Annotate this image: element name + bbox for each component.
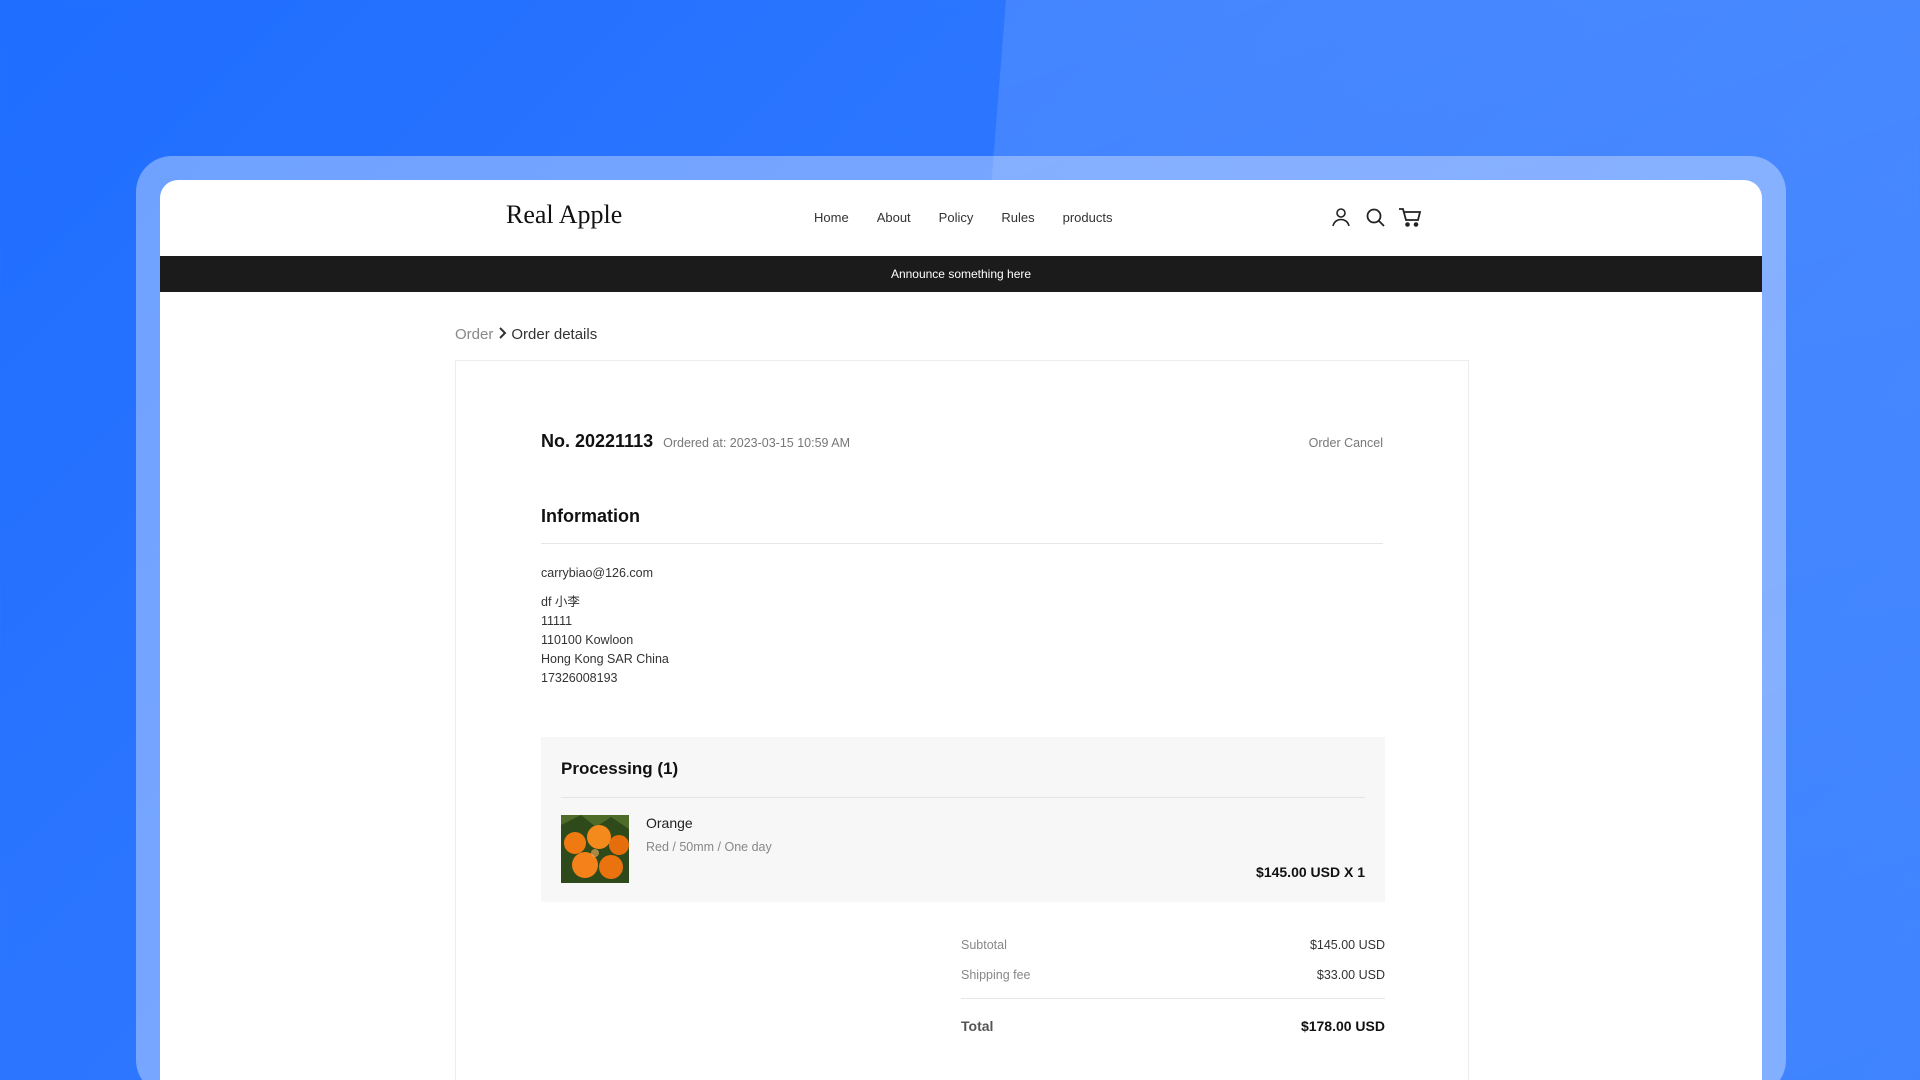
total-value: $178.00 USD xyxy=(1300,1018,1385,1034)
shipping-label: Shipping fee xyxy=(961,968,1031,982)
subtotal-label: Subtotal xyxy=(961,938,1007,952)
address-line: 11111 xyxy=(541,614,573,628)
site-header: Real Apple Home About Policy Rules produ… xyxy=(160,180,1762,256)
total-row: Total $178.00 USD xyxy=(961,1011,1385,1041)
product-image[interactable] xyxy=(561,815,629,883)
order-cancel-button[interactable]: Order Cancel xyxy=(1309,436,1383,450)
subtotal-row: Subtotal $145.00 USD xyxy=(961,930,1385,960)
cart-icon[interactable] xyxy=(1398,206,1422,228)
order-header: No. 20221113 Ordered at: 2023-03-15 10:5… xyxy=(541,431,1383,452)
breadcrumb-current: Order details xyxy=(511,326,598,343)
information-divider xyxy=(541,543,1383,544)
breadcrumb-order[interactable]: Order xyxy=(455,326,493,343)
subtotal-value: $145.00 USD xyxy=(1309,938,1385,952)
breadcrumb: Order Order details xyxy=(455,326,597,343)
nav-policy[interactable]: Policy xyxy=(939,210,974,225)
processing-section: Processing (1) Orange Red / 50mm / One d… xyxy=(541,737,1385,902)
product-name[interactable]: Orange xyxy=(646,815,693,831)
information-details: carrybiao@126.com df 小李 11111 110100 Kow… xyxy=(541,564,669,688)
customer-email: carrybiao@126.com xyxy=(541,566,654,580)
information-title: Information xyxy=(541,506,640,526)
user-icon[interactable] xyxy=(1330,206,1352,228)
announcement-bar: Announce something here xyxy=(160,256,1762,292)
nav-products[interactable]: products xyxy=(1063,210,1113,225)
order-number: No. 20221113 xyxy=(541,431,654,451)
product-variant: Red / 50mm / One day xyxy=(646,840,772,854)
customer-phone: 17326008193 xyxy=(541,671,618,685)
browser-screen: Real Apple Home About Policy Rules produ… xyxy=(160,180,1762,1080)
nav-about[interactable]: About xyxy=(877,210,911,225)
product-price: $145.00 USD X 1 xyxy=(1256,864,1365,880)
chevron-right-icon xyxy=(497,326,507,343)
order-date: Ordered at: 2023-03-15 10:59 AM xyxy=(663,436,851,450)
address-country: Hong Kong SAR China xyxy=(541,652,669,666)
search-icon[interactable] xyxy=(1364,206,1386,228)
order-details-card: No. 20221113 Ordered at: 2023-03-15 10:5… xyxy=(455,360,1469,1080)
processing-divider xyxy=(561,797,1365,798)
shipping-value: $33.00 USD xyxy=(1316,968,1385,982)
site-logo[interactable]: Real Apple xyxy=(506,200,622,230)
processing-title: Processing (1) xyxy=(561,759,679,778)
address-city: 110100 Kowloon xyxy=(541,633,634,647)
header-icons xyxy=(1330,206,1422,228)
order-totals: Subtotal $145.00 USD Shipping fee $33.00… xyxy=(961,930,1385,1041)
shipping-row: Shipping fee $33.00 USD xyxy=(961,960,1385,990)
nav-rules[interactable]: Rules xyxy=(1001,210,1034,225)
customer-name: df 小李 xyxy=(541,595,580,609)
main-nav: Home About Policy Rules products xyxy=(814,210,1140,225)
total-label: Total xyxy=(961,1018,994,1034)
totals-divider xyxy=(961,998,1385,999)
nav-home[interactable]: Home xyxy=(814,210,849,225)
